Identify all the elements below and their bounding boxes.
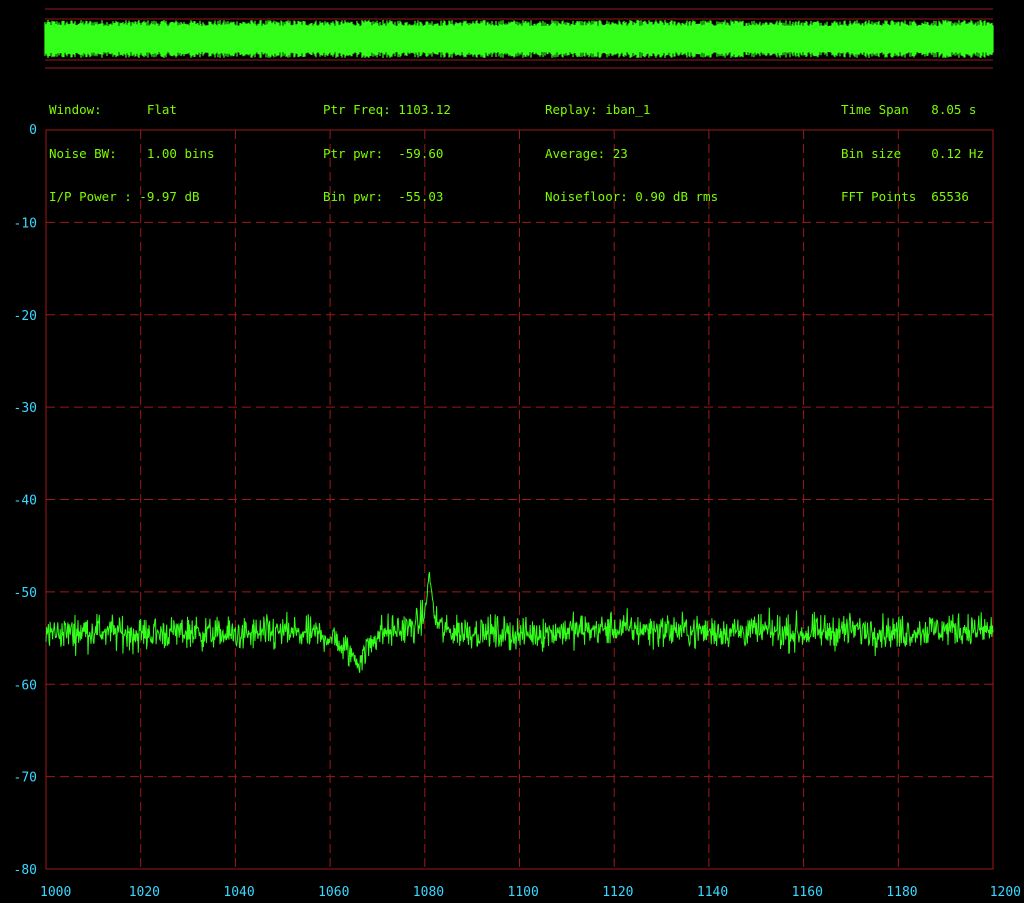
x-tick-label: 1180 bbox=[886, 885, 917, 900]
bin-power-readout: Bin pwr: -55.03 bbox=[323, 189, 444, 204]
x-tick-label: 1140 bbox=[697, 885, 728, 900]
x-tick-label: 1100 bbox=[508, 885, 539, 900]
x-tick-label: 1040 bbox=[223, 885, 254, 900]
info-column-window: Window: Flat Noise BW: 1.00 bins I/P Pow… bbox=[49, 74, 215, 219]
pointer-power-readout: Ptr pwr: -59.60 bbox=[323, 145, 444, 161]
x-tick-label: 1060 bbox=[318, 885, 349, 900]
noise-bw-setting: Noise BW: 1.00 bins bbox=[49, 145, 215, 161]
x-tick-label: 1200 bbox=[990, 885, 1021, 900]
y-tick-label: -10 bbox=[14, 216, 37, 231]
replay-source-readout: Replay: iban_1 bbox=[545, 102, 651, 117]
spectrum-plot: 1000 1020 1040 1060 1080 1100 1120 1140 1160 1180… bbox=[14, 123, 1021, 900]
y-tick-label: -50 bbox=[14, 586, 37, 601]
info-column-fft: Time Span 8.05 s Bin size 0.12 Hz FFT Po… bbox=[841, 74, 984, 219]
input-power-readout: I/P Power : -9.97 dB bbox=[49, 189, 200, 204]
y-tick-label: 0 bbox=[29, 123, 37, 138]
x-tick-label: 1160 bbox=[792, 885, 823, 900]
y-tick-label: -20 bbox=[14, 309, 37, 324]
y-tick-label: -40 bbox=[14, 494, 37, 509]
info-column-pointer: Ptr Freq: 1103.12 Ptr pwr: -59.60 Bin pw… bbox=[323, 74, 451, 219]
y-tick-label: -30 bbox=[14, 401, 37, 416]
time-domain-waveform bbox=[44, 20, 994, 58]
window-setting: Window: Flat bbox=[49, 102, 177, 117]
noisefloor-readout: Noisefloor: 0.90 dB rms bbox=[545, 189, 719, 204]
y-tick-label: -60 bbox=[14, 678, 37, 693]
bin-size-readout: Bin size 0.12 Hz bbox=[841, 145, 984, 161]
x-tick-label: 1000 bbox=[40, 885, 71, 900]
pointer-frequency-readout: Ptr Freq: 1103.12 bbox=[323, 102, 451, 117]
y-tick-label: -80 bbox=[14, 863, 37, 878]
fft-points-readout: FFT Points 65536 bbox=[841, 189, 969, 204]
time-span-readout: Time Span 8.05 s bbox=[841, 102, 977, 117]
x-tick-label: 1080 bbox=[413, 885, 444, 900]
time-domain-strip bbox=[44, 8, 994, 69]
x-tick-label: 1020 bbox=[129, 885, 160, 900]
y-tick-label: -70 bbox=[14, 771, 37, 786]
x-tick-label: 1120 bbox=[602, 885, 633, 900]
average-count-readout: Average: 23 bbox=[545, 145, 628, 161]
info-column-replay: Replay: iban_1 Average: 23 Noisefloor: 0… bbox=[545, 74, 718, 219]
